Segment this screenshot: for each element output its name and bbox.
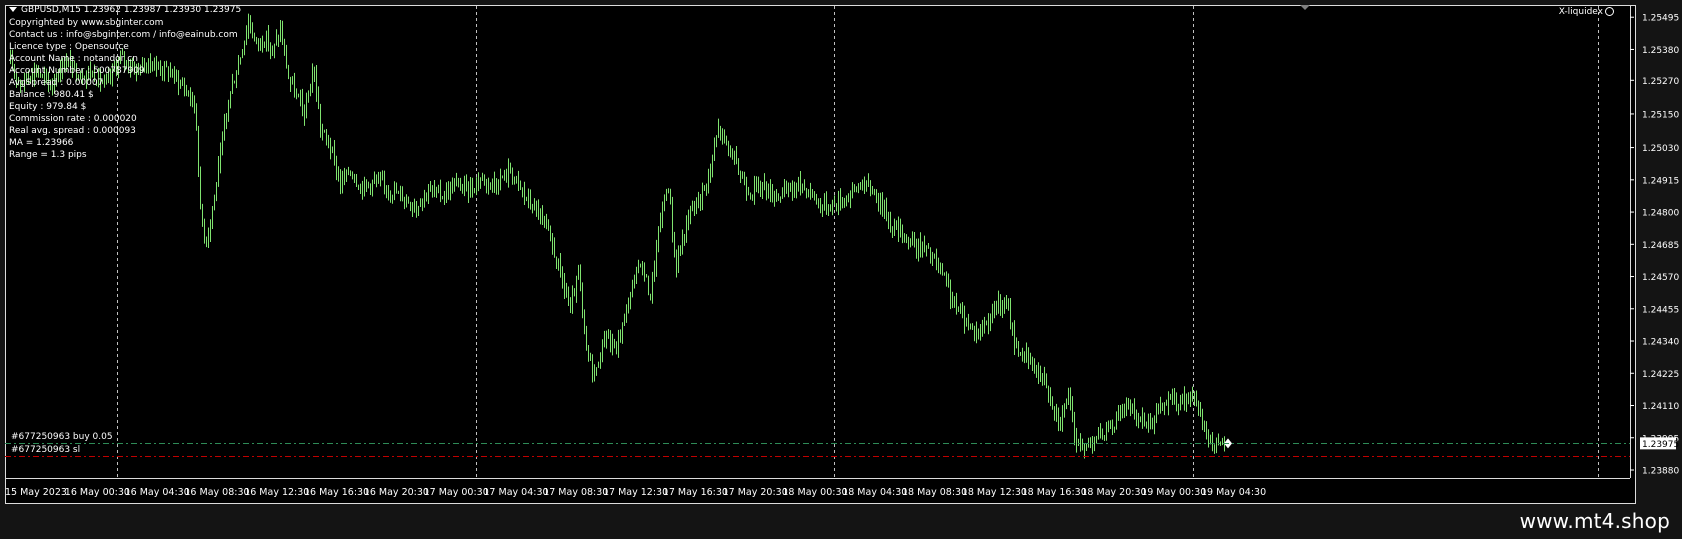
price-tick-label: 1.25150	[1642, 110, 1679, 120]
time-tick-label: 17 May 20:30	[723, 487, 788, 498]
time-tick-label: 16 May 12:30	[244, 487, 309, 498]
time-axis: 15 May 202316 May 00:3016 May 04:3016 Ma…	[5, 487, 1266, 498]
price-tick-label: 1.24800	[1642, 209, 1679, 219]
time-tick-label: 17 May 00:30	[424, 487, 489, 498]
collapse-triangle-icon[interactable]	[9, 7, 17, 12]
time-tick-label: 17 May 04:30	[483, 487, 548, 498]
price-tick-label: 1.24110	[1642, 402, 1679, 412]
symbol-quote: GBPUSD,M15 1.23962 1.23987 1.23930 1.239…	[21, 5, 242, 15]
indicator-label[interactable]: X-liquidex	[1559, 7, 1614, 17]
info-line: Licence type : Opensource	[9, 42, 129, 52]
info-line: Range = 1.3 pips	[9, 150, 87, 160]
time-tick-label: 17 May 08:30	[543, 487, 608, 498]
price-axis: 1.25495 1.25380 1.25270 1.25150 1.25030 1.249…	[1630, 14, 1679, 476]
time-tick-label: 16 May 00:30	[65, 487, 130, 498]
smiley-icon	[1605, 7, 1614, 16]
price-tick-label: 1.25030	[1642, 144, 1679, 154]
info-line: Contact us : info@sbginter.com / info@ea…	[9, 30, 238, 40]
time-tick-label: 19 May 04:30	[1201, 487, 1266, 498]
price-tick-label: 1.24455	[1642, 305, 1679, 315]
chart-background	[5, 5, 1636, 503]
price-tick-label: 1.25380	[1642, 46, 1679, 56]
price-tick-label: 1.23880	[1642, 466, 1679, 476]
info-line: AvgSpread : 0.00007	[9, 78, 104, 88]
time-tick-label: 18 May 04:30	[842, 487, 907, 498]
info-line: Commission rate : 0.000020	[9, 114, 137, 124]
price-tick-label: 1.25270	[1642, 77, 1679, 87]
symbol-header: GBPUSD,M15 1.23962 1.23987 1.23930 1.239…	[9, 5, 241, 15]
time-tick-label: 16 May 20:30	[364, 487, 429, 498]
info-line: Equity : 979.84 $	[9, 102, 87, 112]
info-line: Account Name : notandor cn	[9, 54, 138, 64]
chart-window[interactable]: 1.25495 1.25380 1.25270 1.25150 1.25030 1.249…	[0, 0, 1682, 539]
time-tick-label: 18 May 08:30	[902, 487, 967, 498]
price-tick-label: 1.24225	[1642, 370, 1679, 380]
time-tick-label: 15 May 2023	[5, 487, 67, 498]
info-line: Balance : 980.41 $	[9, 90, 94, 100]
time-tick-label: 17 May 12:30	[603, 487, 668, 498]
info-line: Copyrighted by www.sbginter.com	[9, 18, 164, 28]
time-tick-label: 18 May 20:30	[1081, 487, 1146, 498]
time-tick-label: 19 May 00:30	[1141, 487, 1206, 498]
info-line: Real avg. spread : 0.000093	[9, 126, 136, 136]
time-tick-label: 18 May 12:30	[962, 487, 1027, 498]
price-chart[interactable]: 1.25495 1.25380 1.25270 1.25150 1.25030 1.249…	[0, 0, 1682, 539]
price-tick-label: 1.24340	[1642, 338, 1679, 348]
time-tick-label: 17 May 16:30	[663, 487, 728, 498]
watermark-text: www.mt4.shop	[1519, 509, 1670, 533]
info-line: MA = 1.23966	[9, 138, 74, 148]
indicator-name: X-liquidex	[1558, 7, 1603, 17]
order-line-label: #677250963 sl	[11, 444, 81, 455]
order-line-label: #677250963 buy 0.05	[11, 431, 113, 442]
time-tick-label: 16 May 16:30	[304, 487, 369, 498]
price-tick-label: 1.24685	[1642, 241, 1679, 251]
price-tick-label: 1.25495	[1642, 14, 1679, 24]
info-line: Account Number : 500787909	[9, 66, 145, 76]
time-tick-label: 18 May 00:30	[782, 487, 847, 498]
time-tick-label: 18 May 16:30	[1022, 487, 1087, 498]
time-tick-label: 16 May 04:30	[125, 487, 190, 498]
current-price-label: 1.23975	[1642, 440, 1679, 450]
time-tick-label: 16 May 08:30	[184, 487, 249, 498]
price-tick-label: 1.24915	[1642, 176, 1679, 186]
price-tick-label: 1.24570	[1642, 273, 1679, 283]
